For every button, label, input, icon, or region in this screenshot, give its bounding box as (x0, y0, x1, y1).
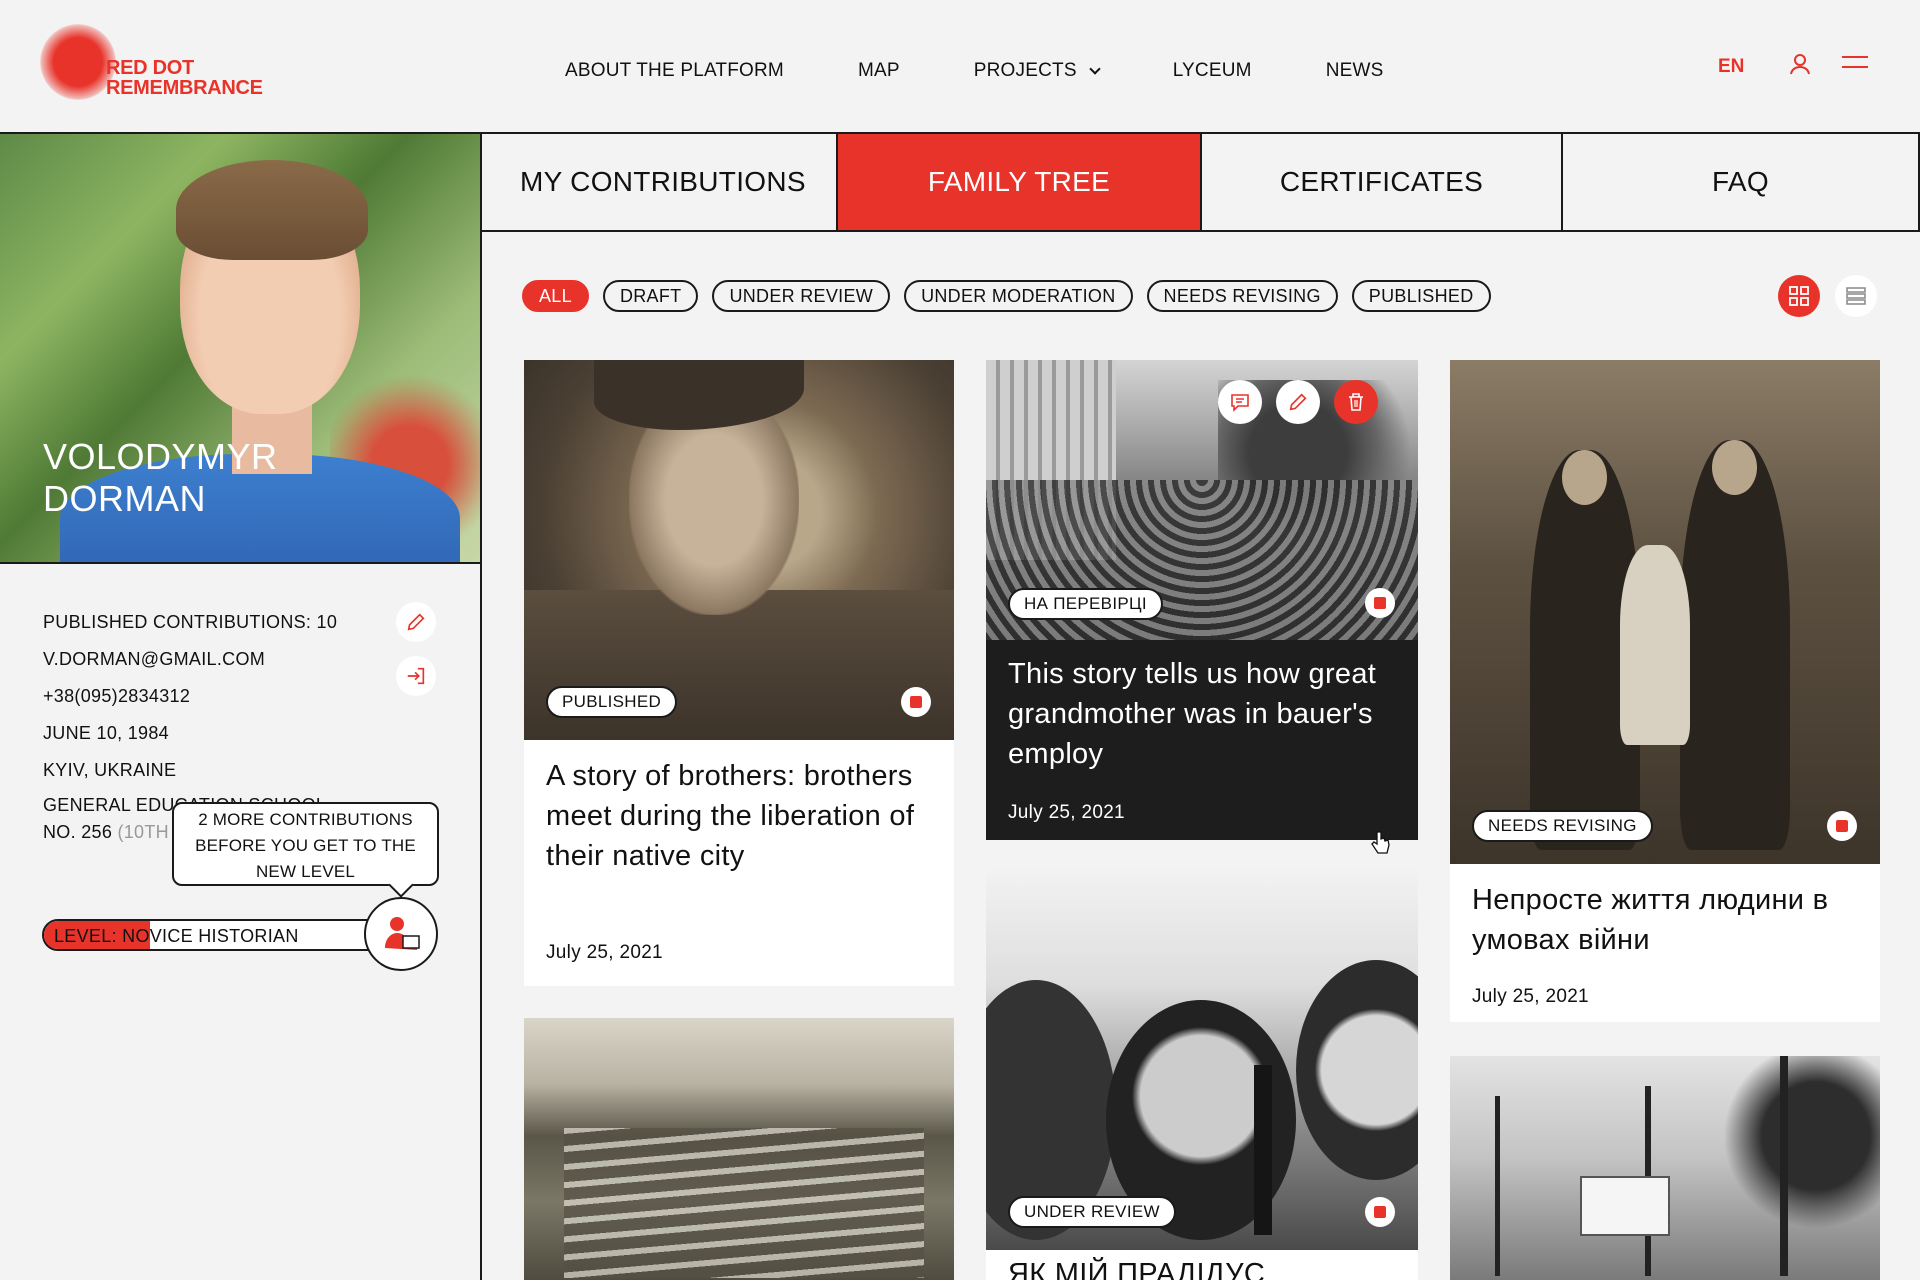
status-badge: UNDER REVIEW (1008, 1196, 1176, 1228)
contribution-card[interactable]: UNDER REVIEW ЯК МІЙ ПРАДІДУС (986, 870, 1418, 1280)
card-title: This story tells us how great grandmothe… (1008, 658, 1377, 770)
nav-projects[interactable]: PROJECTS (973, 60, 1101, 82)
red-dot-logo-icon (40, 24, 116, 100)
contribution-card[interactable]: NEEDS REVISING Непросте життя людини в у… (1450, 360, 1880, 1022)
school-line2: NO. 256 (43, 822, 113, 842)
header: RED DOT REMEMBRANCE ABOUT THE PLATFORM M… (0, 0, 1920, 134)
delete-card-button[interactable] (1334, 380, 1378, 424)
card-date: July 25, 2021 (1008, 802, 1125, 823)
card-photo (524, 360, 954, 740)
historian-icon (385, 917, 420, 950)
language-switcher[interactable]: EN (1718, 56, 1744, 78)
trash-icon (1349, 393, 1363, 411)
pencil-icon (1289, 393, 1307, 411)
profile-sidebar: VOLODYMYR DORMAN PUBLISHED CONTRIBUTIONS… (0, 134, 482, 1280)
card-date: July 25, 2021 (546, 942, 663, 963)
contribution-card[interactable]: PUBLISHED A story of brothers: brothers … (524, 360, 954, 986)
card-date: July 25, 2021 (1472, 986, 1589, 1007)
level-label: LEVEL: NOVICE HISTORIAN (54, 926, 299, 946)
tab-certificates[interactable]: CERTIFICATES (1202, 134, 1563, 230)
edit-profile-button[interactable] (396, 602, 436, 642)
status-badge: PUBLISHED (546, 686, 678, 718)
status-badge: NEEDS REVISING (1472, 810, 1653, 842)
nav-lyceum[interactable]: LYCEUM (1173, 60, 1252, 82)
menu-icon[interactable] (1842, 56, 1868, 72)
logout-icon (407, 667, 425, 685)
grid-icon (1789, 286, 1809, 306)
published-count: PUBLISHED CONTRIBUTIONS: 10 (43, 612, 338, 632)
tab-faq[interactable]: FAQ (1563, 134, 1920, 230)
nav-about[interactable]: ABOUT THE PLATFORM (565, 60, 784, 82)
school-grade: (10TH (117, 822, 169, 842)
nav-map[interactable]: MAP (858, 60, 900, 82)
comment-icon (1231, 394, 1249, 412)
logo-text: RED DOT REMEMBRANCE (106, 57, 263, 99)
list-icon (1846, 287, 1866, 305)
cursor-icon (1371, 831, 1390, 854)
profile-tabs: MY CONTRIBUTIONS FAMILY TREE CERTIFICATE… (482, 134, 1920, 232)
tab-my-contributions[interactable]: MY CONTRIBUTIONS (482, 134, 838, 230)
profile-email: V.DORMAN@GMAIL.COM (43, 649, 266, 669)
record-icon (1365, 588, 1395, 618)
profile-city: KYIV, UKRAINE (43, 760, 177, 780)
card-title: A story of brothers: brothers meet durin… (546, 760, 915, 872)
level-avatar[interactable] (364, 897, 438, 971)
nav-projects-label: PROJECTS (973, 60, 1077, 81)
grid-view-button[interactable] (1778, 275, 1820, 317)
card-photo (986, 870, 1418, 1250)
filter-under-review[interactable]: UNDER REVIEW (712, 280, 891, 312)
level-progress-bar: LEVEL: NOVICE HISTORIAN (42, 919, 387, 951)
profile-info: PUBLISHED CONTRIBUTIONS: 10 V.DORMAN@GMA… (43, 604, 423, 789)
record-icon (1827, 811, 1857, 841)
level-tooltip: 2 MORE CONTRIBUTIONS BEFORE YOU GET TO T… (172, 802, 439, 886)
logo[interactable]: RED DOT REMEMBRANCE (40, 24, 270, 104)
nav-news[interactable]: NEWS (1326, 60, 1384, 82)
profile-birth-date: JUNE 10, 1984 (43, 723, 169, 743)
comment-button[interactable] (1218, 380, 1262, 424)
chevron-down-icon (1089, 62, 1101, 75)
filter-all[interactable]: ALL (522, 280, 589, 312)
logout-button[interactable] (396, 656, 436, 696)
card-photo (1450, 360, 1880, 864)
card-title: Непросте життя людини в умовах війни (1472, 884, 1829, 956)
record-icon (1365, 1197, 1395, 1227)
contribution-card[interactable] (1450, 1056, 1880, 1280)
card-photo (524, 1018, 954, 1280)
edit-card-button[interactable] (1276, 380, 1320, 424)
card-photo (1450, 1056, 1880, 1280)
pencil-icon (407, 613, 425, 631)
main-nav: ABOUT THE PLATFORM MAP PROJECTS LYCEUM N… (565, 60, 1458, 82)
status-badge: НА ПЕРЕВІРЦІ (1008, 588, 1163, 620)
filter-published[interactable]: PUBLISHED (1351, 280, 1491, 312)
profile-photo: VOLODYMYR DORMAN (0, 134, 480, 564)
contribution-card[interactable]: НА ПЕРЕВІРЦІ This story tells us how gre… (986, 360, 1418, 840)
record-icon (901, 687, 931, 717)
profile-phone: +38(095)2834312 (43, 686, 191, 706)
filter-under-moderation[interactable]: UNDER MODERATION (904, 280, 1133, 312)
status-filters: ALL DRAFT UNDER REVIEW UNDER MODERATION … (522, 280, 1505, 312)
filter-draft[interactable]: DRAFT (602, 280, 699, 312)
contribution-card[interactable] (524, 1018, 954, 1280)
tab-family-tree[interactable]: FAMILY TREE (838, 134, 1202, 230)
filter-needs-revising[interactable]: NEEDS REVISING (1146, 280, 1338, 312)
list-view-button[interactable] (1835, 275, 1877, 317)
profile-name: VOLODYMYR DORMAN (43, 436, 278, 519)
user-icon[interactable] (1788, 52, 1812, 76)
card-title: ЯК МІЙ ПРАДІДУС (1008, 1258, 1266, 1280)
